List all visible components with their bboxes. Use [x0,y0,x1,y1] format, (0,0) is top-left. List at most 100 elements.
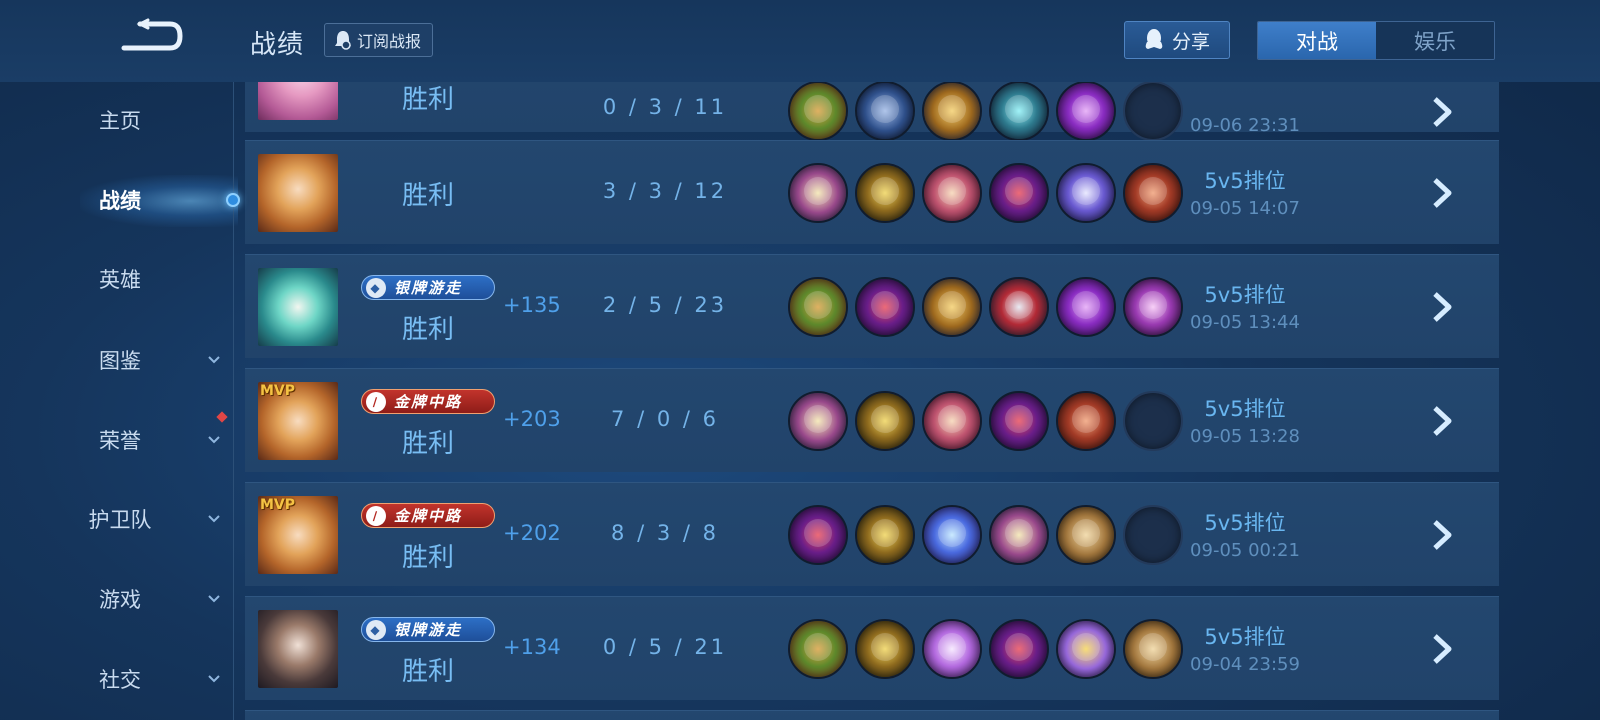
purple-hat-item-icon [989,163,1049,223]
green-amulet-item-icon [788,82,848,141]
empty-item-slot [1123,391,1183,451]
mvp-label: MVP [260,497,296,513]
purple-hat-item-icon [989,619,1049,679]
red-tome-item-icon [922,391,982,451]
match-row[interactable]: ◆ 银牌游走 胜利 +135 2 / 5 / 23 5v5排位 09-05 13… [245,254,1499,358]
silver-rank-icon: ◆ [366,619,386,640]
chevron-down-icon [208,515,220,523]
hero-avatar: MVP [258,496,338,574]
sidebar-item-home[interactable]: 主页 [0,95,240,145]
item-slots [788,82,1183,141]
spellbook-item-icon [788,163,848,223]
chevron-down-icon [208,675,220,683]
purple-hat-item-icon [788,505,848,565]
match-list: 胜利 0 / 3 / 11 09-06 23:31 胜利 3 / 3 / 12 … [245,82,1499,720]
match-mode: 5v5排位 [1204,283,1286,307]
hero-avatar [258,154,338,232]
match-kda: 0 / 3 / 11 [602,95,728,119]
chevron-right-icon[interactable] [1425,95,1459,129]
red-book-item-icon [1056,391,1116,451]
chevron-right-icon[interactable] [1425,632,1459,666]
chevron-right-icon[interactable] [1425,290,1459,324]
sidebar-item-label: 游戏 [99,588,141,612]
subscribe-report-button[interactable]: 订阅战报 [324,23,434,57]
golden-boots-item-icon [855,619,915,679]
rank-badge: ∕ 金牌中路 [361,389,495,414]
hero-avatar [258,82,338,120]
subscribe-bell-icon [335,31,351,50]
match-date: 09-05 14:07 [1190,198,1300,219]
match-row[interactable]: MVP ∕ 金牌中路 胜利 +203 7 / 0 / 6 5v5排位 09-05… [245,368,1499,472]
tab-battle[interactable]: 对战 [1258,22,1376,59]
item-slots [788,391,1183,451]
hero-avatar: MVP [258,382,338,460]
sidebar-item-label: 英雄 [99,268,141,292]
match-date: 09-05 13:28 [1190,426,1300,447]
chevron-right-icon[interactable] [1425,518,1459,552]
match-row[interactable]: 胜利 0 / 3 / 11 09-06 23:31 [245,82,1499,141]
purple-hat-item-icon [989,391,1049,451]
chevron-right-icon[interactable] [1425,176,1459,210]
sidebar-active-indicator [226,193,240,207]
match-kda: 2 / 5 / 23 [602,293,728,317]
sidebar-item-label: 护卫队 [88,508,152,532]
rank-points: +135 [503,293,561,317]
rank-points: +203 [503,407,561,431]
sidebar-item-label: 图鉴 [99,349,141,373]
red-tome-item-icon [922,163,982,223]
match-date: 09-05 00:21 [1190,540,1300,561]
gold-rank-icon: ∕ [366,505,386,526]
match-row[interactable]: 胜利 3 / 3 / 12 5v5排位 09-05 14:07 [245,140,1499,244]
match-result: 胜利 [401,181,454,211]
mode-tabs: 对战 娱乐 [1257,21,1495,60]
red-book-item-icon [1123,163,1183,223]
match-result: 胜利 [401,315,454,345]
wooden-shield-item-icon [1123,619,1183,679]
match-mode: 5v5排位 [1204,511,1286,535]
back-arrow-icon [121,18,183,51]
sidebar-item-social[interactable]: 社交 [0,654,240,704]
match-date: 09-04 23:59 [1190,654,1300,675]
sidebar-divider [233,82,234,720]
golden-boots-item-icon [855,163,915,223]
sidebar-item-games[interactable]: 游戏 [0,574,240,624]
sidebar-item-codex[interactable]: 图鉴 [0,335,240,385]
rank-points: +134 [503,635,561,659]
golden-boots-item-icon [855,391,915,451]
silver-rank-icon: ◆ [366,277,386,298]
match-row[interactable]: ◆ 银牌游走 胜利 +134 0 / 5 / 21 5v5排位 09-04 23… [245,596,1499,700]
golden-staff-item-icon [1056,619,1116,679]
empty-item-slot [1123,505,1183,565]
teal-blade-item-icon [989,82,1049,141]
spellbook-item-icon [989,505,1049,565]
sidebar-item-honor[interactable]: 荣誉 [0,415,240,465]
subscribe-report-label: 订阅战报 [357,32,422,51]
chevron-down-icon [208,595,220,603]
sidebar-item-heroes[interactable]: 英雄 [0,254,240,304]
violet-cloak-item-icon [922,619,982,679]
gold-rank-icon: ∕ [366,391,386,412]
rank-badge: ◆ 银牌游走 [361,617,495,642]
item-slots [788,163,1183,223]
sidebar-item-records[interactable]: 战绩 [0,175,240,225]
chevron-down-icon [208,356,220,364]
hero-avatar [258,610,338,688]
tab-entertainment[interactable]: 娱乐 [1376,22,1494,59]
match-row[interactable]: MVP ∕ 金牌中路 胜利 +202 8 / 3 / 8 5v5排位 09-05… [245,482,1499,586]
sidebar-item-label: 主页 [99,109,141,133]
match-kda: 8 / 3 / 8 [611,521,719,545]
purple-scythe-item-icon [1056,277,1116,337]
share-button[interactable]: 分享 [1124,21,1230,59]
chevron-right-icon[interactable] [1425,404,1459,438]
red-gauntlet-item-icon [989,277,1049,337]
sidebar-item-guard-team[interactable]: 护卫队 [0,494,240,544]
match-result: 胜利 [401,543,454,573]
blue-boots-item-icon [855,82,915,141]
match-row[interactable] [245,710,1499,720]
rank-badge-label: 金牌中路 [394,507,463,525]
purple-ring-item-icon [1123,277,1183,337]
spellbook-item-icon [788,391,848,451]
back-button[interactable] [118,18,188,58]
golden-boots-item-icon [855,505,915,565]
rank-points: +202 [503,521,561,545]
